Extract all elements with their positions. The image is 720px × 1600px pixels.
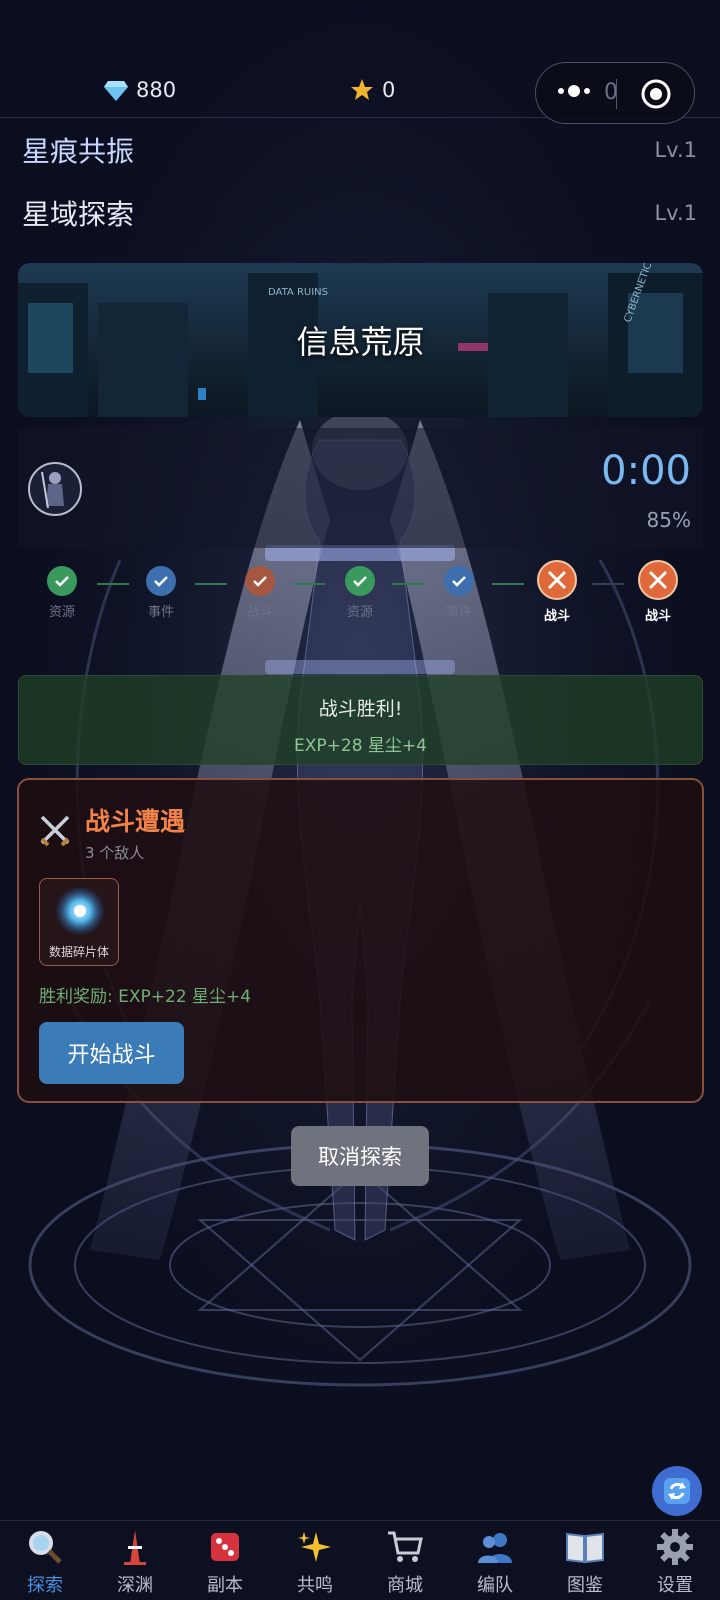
tab-label: 深渊 [117, 1575, 153, 1596]
bottom-navigation: 探索 深渊 副本 共鸣 商城 编队 图鉴 设置 [0, 1520, 720, 1600]
victory-notice: 战斗胜利! EXP+28 星尘+4 [18, 675, 703, 765]
book-icon [540, 1527, 630, 1567]
diamond-count: 880 [136, 78, 177, 102]
start-battle-button[interactable]: 开始战斗 [39, 1022, 184, 1084]
victory-title: 战斗胜利! [318, 698, 403, 720]
mini-program-capsule: 0 [535, 62, 695, 124]
level-row-resonance: 星痕共振 Lv.1 [22, 130, 697, 170]
path-node-battle-upcoming: 战斗 [623, 560, 693, 624]
level-row-value: Lv.1 [654, 201, 697, 225]
cancel-exploration-button[interactable]: 取消探索 [291, 1126, 429, 1186]
gear-icon [630, 1527, 720, 1567]
data-fragment-icon [56, 887, 104, 935]
path-node-label: 事件 [147, 605, 174, 620]
battle-encounter-card: 战斗遭遇 3 个敌人 数据碎片体 胜利奖励: EXP+22 星尘+4 开始战斗 [17, 778, 704, 1103]
zone-banner: DATA RUINS CYBERNETICS 信息荒原 [18, 263, 703, 417]
tab-abyss[interactable]: 深渊 [90, 1521, 180, 1600]
path-node-label: 事件 [445, 605, 472, 620]
enemy-card[interactable]: 数据碎片体 [39, 878, 119, 966]
exploration-path: 资源 事件 战斗 资源 事件 战斗 战斗 [0, 560, 720, 636]
team-icon [450, 1527, 540, 1567]
path-node-battle: 战斗 [225, 566, 295, 620]
tab-team[interactable]: 编队 [450, 1521, 540, 1600]
orb-icon [568, 85, 580, 97]
check-icon [146, 566, 176, 596]
enemy-name: 数据碎片体 [48, 945, 109, 959]
level-row-title: 星域探索 [22, 198, 135, 231]
crossed-swords-icon [537, 560, 577, 600]
path-node-label: 资源 [48, 605, 75, 620]
star-counter: 0 [350, 78, 395, 102]
tab-label: 探索 [27, 1575, 63, 1596]
dice-icon [180, 1527, 270, 1567]
encounter-reward: 胜利奖励: EXP+22 星尘+4 [39, 987, 252, 1007]
refresh-icon [664, 1478, 690, 1504]
tab-label: 设置 [657, 1575, 693, 1596]
zone-title: 信息荒原 [296, 323, 425, 361]
encounter-subtitle: 3 个敌人 [85, 844, 145, 862]
path-node-resource: 资源 [27, 566, 97, 620]
tab-codex[interactable]: 图鉴 [540, 1521, 630, 1600]
sparkles-icon [270, 1527, 360, 1567]
path-node-label: 战斗 [644, 609, 671, 624]
tower-icon [90, 1527, 180, 1567]
exploration-status-panel: 0:00 85% [18, 428, 703, 548]
refresh-button[interactable] [652, 1466, 702, 1516]
tab-explore[interactable]: 探索 [0, 1521, 90, 1600]
encounter-title: 战斗遭遇 [85, 807, 186, 836]
level-row-exploration: 星域探索 Lv.1 [22, 193, 697, 233]
check-icon [345, 566, 375, 596]
tab-resonance[interactable]: 共鸣 [270, 1521, 360, 1600]
path-node-label: 战斗 [246, 605, 273, 620]
diamond-counter: 880 [104, 78, 176, 102]
tab-label: 编队 [477, 1575, 513, 1596]
path-node-event: 事件 [126, 566, 196, 620]
victory-rewards: EXP+28 星尘+4 [294, 736, 427, 756]
top-resource-bar: 880 0 0 [0, 60, 720, 124]
cart-icon [360, 1527, 450, 1567]
tab-label: 商城 [387, 1575, 423, 1596]
tab-shop[interactable]: 商城 [360, 1521, 450, 1600]
path-node-battle-current: 战斗 [522, 560, 592, 624]
level-row-title: 星痕共振 [22, 135, 135, 168]
armored-hero-icon [41, 471, 64, 509]
tab-label: 共鸣 [297, 1575, 333, 1596]
magnifier-icon [0, 1527, 90, 1567]
hero-avatar [28, 462, 82, 516]
sign-left: DATA RUINS [268, 287, 328, 298]
diamond-icon [104, 81, 128, 101]
path-node-label: 资源 [346, 605, 373, 620]
path-node-event: 事件 [424, 566, 494, 620]
crossed-swords-icon [37, 812, 73, 856]
level-row-value: Lv.1 [654, 138, 697, 162]
tab-label: 副本 [207, 1575, 243, 1596]
capsule-divider [616, 79, 617, 109]
tab-label: 图鉴 [567, 1575, 603, 1596]
close-miniprogram-button[interactable] [640, 78, 672, 114]
check-icon [245, 566, 275, 596]
star-count: 0 [382, 78, 396, 102]
path-node-resource: 资源 [325, 566, 395, 620]
check-icon [47, 566, 77, 596]
target-icon [641, 79, 671, 109]
exploration-percent: 85% [646, 508, 691, 532]
crossed-swords-icon [638, 560, 678, 600]
path-node-label: 战斗 [543, 609, 570, 624]
exploration-timer: 0:00 [601, 448, 691, 494]
check-icon [444, 566, 474, 596]
more-menu-button[interactable] [558, 85, 590, 97]
tab-settings[interactable]: 设置 [630, 1521, 720, 1600]
tab-dungeon[interactable]: 副本 [180, 1521, 270, 1600]
star-icon [351, 79, 373, 100]
